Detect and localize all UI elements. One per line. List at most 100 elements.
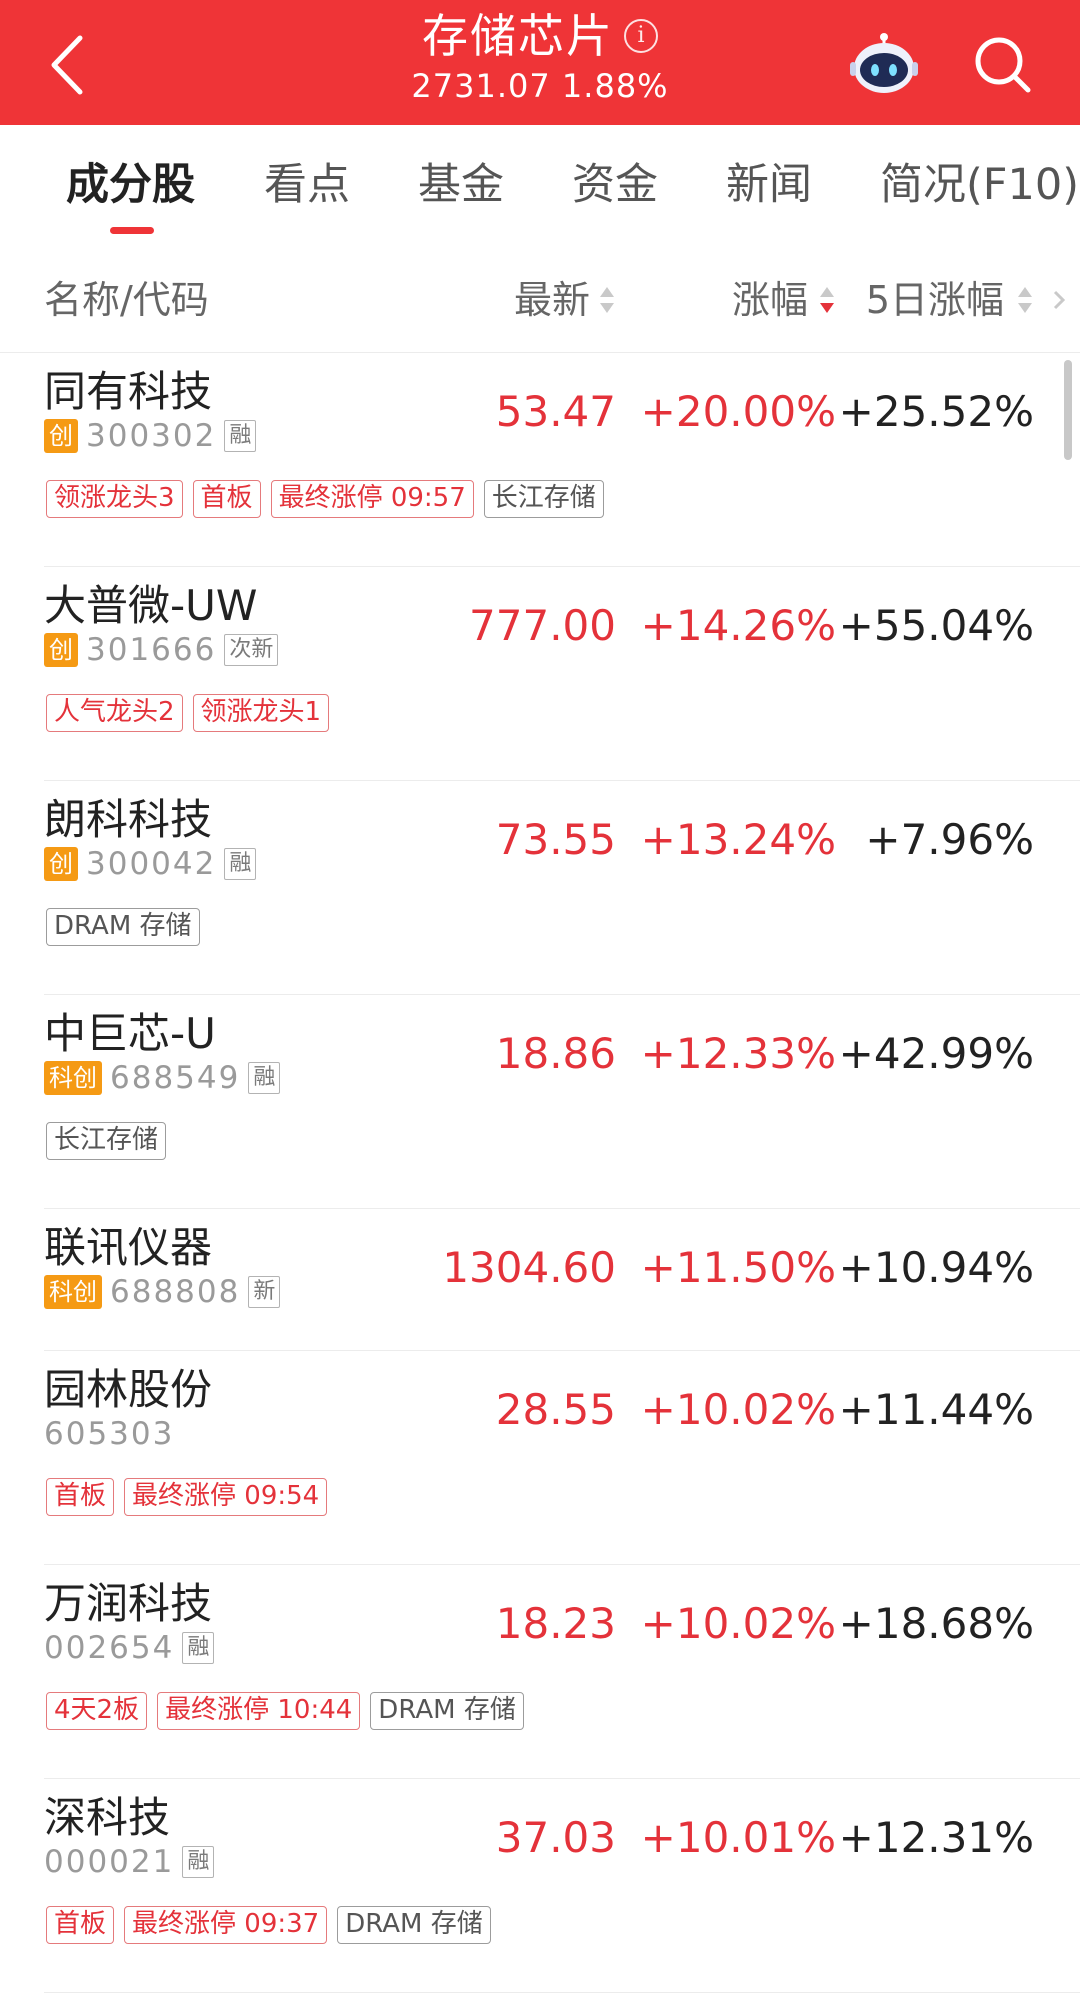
table-row[interactable]: 中巨芯-U 科创 688549 融 18.86 +12.33% +42.99% 长江存储 xyxy=(0,995,1080,1209)
change-percent: +12.33% xyxy=(640,1029,836,1078)
stock-tag[interactable]: 人气龙头2 xyxy=(46,694,183,732)
change-percent: +11.50% xyxy=(640,1243,836,1292)
stock-code: 605303 xyxy=(44,1416,175,1452)
column-change[interactable]: 涨幅 xyxy=(732,275,808,325)
latest-price: 53.47 xyxy=(495,387,616,436)
sort-neutral-icon[interactable] xyxy=(1016,283,1034,317)
scrollbar[interactable] xyxy=(1064,360,1072,460)
stock-tag[interactable]: 最终涨停 09:57 xyxy=(270,480,474,518)
code-line: 605303 xyxy=(44,1415,174,1453)
tab-news[interactable]: 新闻 xyxy=(726,155,812,215)
tab-funds[interactable]: 基金 xyxy=(418,155,504,215)
change-percent: +14.26% xyxy=(640,601,836,650)
search-icon[interactable] xyxy=(970,32,1036,98)
stock-tag[interactable]: 首板 xyxy=(192,480,261,518)
scroll-right-arrow-icon[interactable] xyxy=(1052,289,1066,311)
latest-price: 73.55 xyxy=(495,815,616,864)
change-percent: +20.00% xyxy=(640,387,836,436)
change-percent: +13.24% xyxy=(640,815,836,864)
market-badge: 创 xyxy=(44,633,78,667)
tab-bar: 成分股 看点 基金 资金 新闻 简况(F10) xyxy=(0,125,1080,243)
stock-flag-badge: 次新 xyxy=(224,634,279,666)
stock-code: 000021 xyxy=(44,1844,175,1880)
top-bar: 存储芯片 i 2731.07 1.88% xyxy=(0,0,1080,125)
market-badge: 创 xyxy=(44,419,78,453)
stock-tag[interactable]: 最终涨停 09:54 xyxy=(124,1478,328,1516)
stock-code: 301666 xyxy=(86,632,217,668)
change-5d-percent: +18.68% xyxy=(838,1599,1034,1648)
column-price[interactable]: 最新 xyxy=(514,275,590,325)
stock-tag[interactable]: 长江存储 xyxy=(46,1122,167,1160)
tag-list: 领涨龙头3 首板 最终涨停 09:57 长江存储 xyxy=(46,480,604,518)
column-name-code: 名称/代码 xyxy=(44,278,209,322)
stock-flag-badge: 融 xyxy=(224,420,257,452)
stock-tag[interactable]: DRAM 存储 xyxy=(370,1692,524,1730)
change-5d-percent: +11.44% xyxy=(838,1385,1034,1434)
info-icon[interactable]: i xyxy=(624,19,658,53)
column-change-5d[interactable]: 5日涨幅 xyxy=(866,275,1004,325)
code-line: 科创 688808 新 xyxy=(44,1273,281,1311)
table-row[interactable]: 同有科技创 300302 融 53.47 +20.00% +25.52% 领涨龙头3 首板 最终… xyxy=(0,353,1080,567)
change-5d-percent: +42.99% xyxy=(838,1029,1034,1078)
column-header: 名称/代码 最新 涨幅 5日涨幅 xyxy=(0,243,1080,353)
stock-tag[interactable]: 首板 xyxy=(46,1906,115,1944)
tag-list: 首板 最终涨停 09:37 DRAM 存储 xyxy=(46,1906,491,1944)
latest-price: 18.23 xyxy=(495,1599,616,1648)
stock-tag[interactable]: 最终涨停 10:44 xyxy=(157,1692,361,1730)
change-5d-percent: +25.52% xyxy=(838,387,1034,436)
table-row[interactable]: 朗科科技创 300042 融 73.55 +13.24% +7.96% DRAM 存储 xyxy=(0,781,1080,995)
sort-descending-icon[interactable] xyxy=(818,283,836,317)
code-line: 创 300042 融 xyxy=(44,845,257,883)
tag-list: 长江存储 xyxy=(46,1122,167,1160)
market-badge: 科创 xyxy=(44,1061,102,1095)
stock-flag-badge: 融 xyxy=(248,1062,281,1094)
tab-constituents[interactable]: 成分股 xyxy=(66,155,195,215)
table-row[interactable]: 深科技 000021 融 37.03 +10.01% +12.31% 首板 最终涨停 09:3… xyxy=(0,1779,1080,1993)
table-row[interactable]: 联讯仪器 科创 688808 新 1304.60 +11.50% +10.94% xyxy=(0,1209,1080,1351)
tag-list: DRAM 存储 xyxy=(46,908,200,946)
tab-profile-f10[interactable]: 简况(F10) xyxy=(880,155,1079,215)
stock-name: 万润科技 xyxy=(44,1579,213,1628)
latest-price: 1304.60 xyxy=(442,1243,616,1292)
tag-list: 人气龙头2 领涨龙头1 xyxy=(46,694,330,732)
change-5d-percent: +7.96% xyxy=(865,815,1034,864)
stock-code: 688808 xyxy=(110,1274,241,1310)
stock-name: 园林股份 xyxy=(44,1365,213,1414)
stock-code: 002654 xyxy=(44,1630,175,1666)
stock-tag[interactable]: 4天2板 xyxy=(46,1692,148,1730)
stock-tag[interactable]: 长江存储 xyxy=(483,480,604,518)
stock-tag[interactable]: 领涨龙头3 xyxy=(46,480,183,518)
stock-tag[interactable]: 首板 xyxy=(46,1478,115,1516)
table-row[interactable]: 园林股份 605303 28.55 +10.02% +11.44% 首板 最终涨停 09:5… xyxy=(0,1351,1080,1565)
robot-assistant-icon[interactable] xyxy=(848,30,920,96)
latest-price: 18.86 xyxy=(495,1029,616,1078)
stock-code: 300042 xyxy=(86,846,217,882)
tag-list: 首板 最终涨停 09:54 xyxy=(46,1478,328,1516)
change-percent: +10.02% xyxy=(640,1599,836,1648)
code-line: 创 300302 融 xyxy=(44,417,257,455)
stock-tag[interactable]: DRAM 存储 xyxy=(337,1906,491,1944)
tab-highlights[interactable]: 看点 xyxy=(264,155,350,215)
stock-code: 300302 xyxy=(86,418,217,454)
change-percent: +10.02% xyxy=(640,1385,836,1434)
stock-tag[interactable]: 领涨龙头1 xyxy=(192,694,330,732)
code-line: 000021 融 xyxy=(44,1843,215,1881)
code-line: 创 301666 次新 xyxy=(44,631,279,669)
stock-name: 大普微-UW xyxy=(44,581,258,630)
table-row[interactable]: 大普微-UW 创 301666 次新 777.00 +14.26% +55.04% 人气龙头2… xyxy=(0,567,1080,781)
index-value: 2731.07 xyxy=(411,67,551,105)
stock-flag-badge: 融 xyxy=(182,1632,215,1664)
stock-name: 同有科技 xyxy=(44,367,213,416)
market-badge: 创 xyxy=(44,847,78,881)
stock-tag[interactable]: 最终涨停 09:37 xyxy=(124,1906,328,1944)
stock-tag[interactable]: DRAM 存储 xyxy=(46,908,200,946)
tab-capital[interactable]: 资金 xyxy=(572,155,658,215)
market-badge: 科创 xyxy=(44,1275,102,1309)
code-line: 科创 688549 融 xyxy=(44,1059,281,1097)
latest-price: 37.03 xyxy=(495,1813,616,1862)
sort-neutral-icon[interactable] xyxy=(598,283,616,317)
change-5d-percent: +12.31% xyxy=(838,1813,1034,1862)
stock-name: 联讯仪器 xyxy=(44,1223,213,1272)
table-row[interactable]: 万润科技 002654 融 18.23 +10.02% +18.68% 4天2板 最终涨停 1… xyxy=(0,1565,1080,1779)
stock-flag-badge: 新 xyxy=(248,1276,281,1308)
